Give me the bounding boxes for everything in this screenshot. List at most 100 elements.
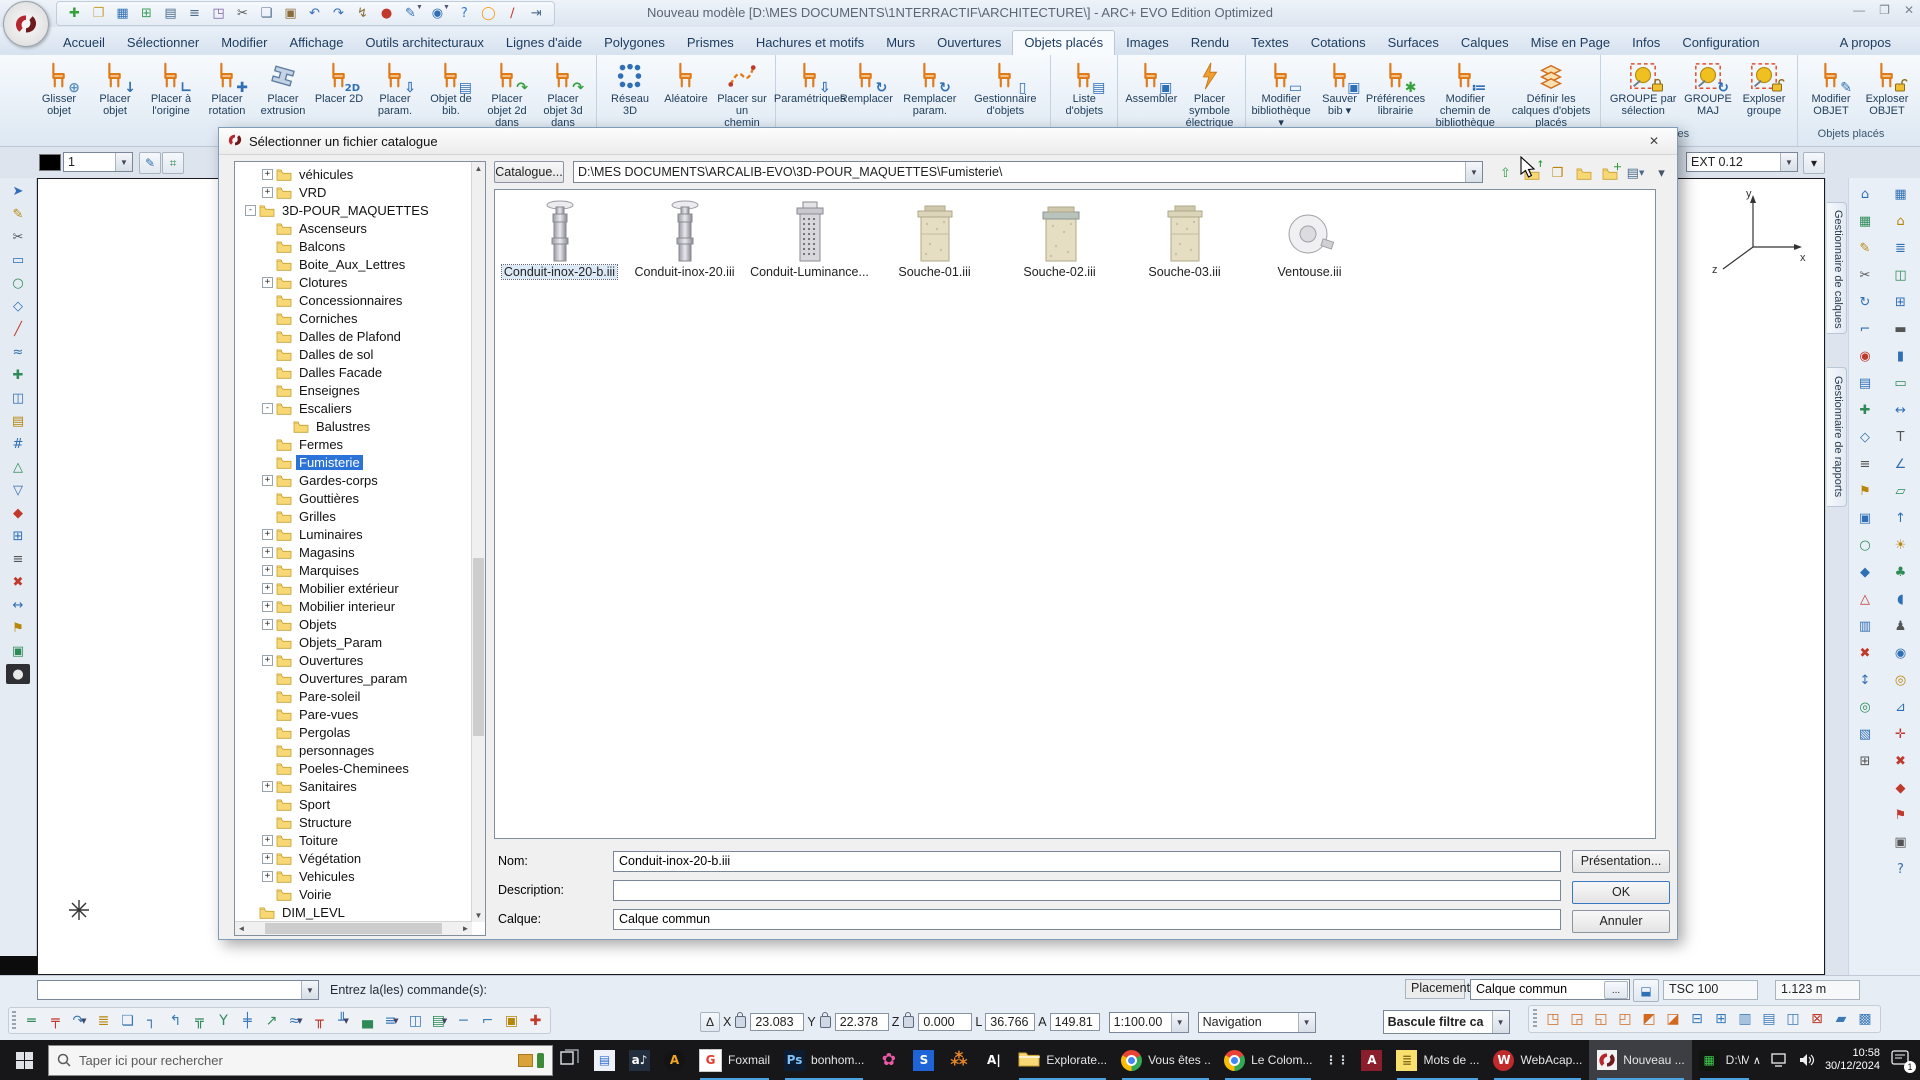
triangle-tool-icon[interactable]: △ xyxy=(6,457,30,477)
file-item-souche-03-iii[interactable]: Souche-03.iii xyxy=(1122,198,1247,279)
chevron-down-icon[interactable]: ▼ xyxy=(443,4,450,23)
window-tool-icon[interactable]: ◫ xyxy=(6,388,30,408)
wall-tee-icon[interactable]: ╦ xyxy=(188,1009,211,1032)
line-tool-icon[interactable]: ╱ xyxy=(6,319,30,339)
wall-cross-icon[interactable]: ╪ xyxy=(236,1009,259,1032)
wall-low-icon[interactable]: ╨▼ xyxy=(332,1009,355,1032)
tree-item-voirie[interactable]: Voirie xyxy=(235,885,472,903)
pane-columns-icon[interactable]: ▥ xyxy=(1734,1008,1756,1030)
z-coordinate-field[interactable]: 0.000 xyxy=(918,1013,972,1031)
chevron-down-icon[interactable]: ▼ xyxy=(1780,153,1797,171)
ribbon-button-placer-rotation[interactable]: ✚Placer rotation xyxy=(199,58,255,118)
ribbon-button-placer-symbole-lectrique[interactable]: Placer symbole électrique xyxy=(1179,58,1239,130)
x-coordinate-field[interactable]: 23.083 xyxy=(750,1013,804,1031)
ribbon-button-modifier-objet[interactable]: ✎Modifier OBJET xyxy=(1803,58,1859,118)
taskbar-clock[interactable]: 10:58 30/12/2024 xyxy=(1825,1047,1880,1073)
tree-item-escaliers[interactable]: -Escaliers xyxy=(235,399,472,417)
dim-icon[interactable]: ↔ xyxy=(1889,400,1913,421)
expand-icon[interactable]: + xyxy=(262,655,273,666)
menu-tab-lignes-d-aide[interactable]: Lignes d'aide xyxy=(495,31,593,55)
up-one-level-icon[interactable]: ⇧ xyxy=(1495,164,1516,182)
tree-item-enseignes[interactable]: Enseignes xyxy=(235,381,472,399)
open-file-icon[interactable]: ❐ xyxy=(89,4,108,23)
tab-gestionnaire-de-calques[interactable]: Gestionnaire de calques xyxy=(1827,202,1847,334)
close-x-icon[interactable]: ✖ xyxy=(1853,643,1877,664)
light-icon[interactable]: ◎ xyxy=(1889,670,1913,691)
expand-icon[interactable]: + xyxy=(262,187,273,198)
pencil-tool-icon[interactable]: ✎ xyxy=(6,204,30,224)
chevron-down-icon[interactable]: ▼ xyxy=(1171,1013,1188,1032)
wall-fill-icon[interactable]: ▄ xyxy=(356,1009,379,1032)
tree-item-personnages[interactable]: personnages xyxy=(235,741,472,759)
app-webacappella[interactable]: WWebAcap... xyxy=(1486,1040,1589,1080)
chevron-down-icon[interactable]: ▼ xyxy=(297,1017,302,1025)
paste-icon[interactable]: ▣ xyxy=(281,4,300,23)
window2-icon[interactable]: ⊞ xyxy=(1889,292,1913,313)
ribbon-button-placer-l-origine[interactable]: ∟Placer à l'origine xyxy=(143,58,199,118)
cut-tool-icon[interactable]: ✂ xyxy=(6,227,30,247)
chevron-down-icon[interactable]: ▼ xyxy=(81,1017,86,1025)
file-item-ventouse-iii[interactable]: Ventouse.iii xyxy=(1247,198,1372,279)
menu-tab-murs[interactable]: Murs xyxy=(875,31,926,55)
ribbon-button-modifier-biblioth-que[interactable]: ▭Modifier bibliothèque ▾ xyxy=(1251,58,1312,130)
flag-icon[interactable]: ⚑ xyxy=(1853,481,1877,502)
app-gopro[interactable]: ⋮⋮ xyxy=(1319,1040,1354,1080)
new-file-icon[interactable]: ✚ xyxy=(65,4,84,23)
refresh-icon[interactable]: ↻ xyxy=(1853,292,1877,313)
wall-branch-icon[interactable]: Y xyxy=(212,1009,235,1032)
calque-more-button[interactable]: ... xyxy=(1604,981,1628,999)
ribbon-button-groupe-maj[interactable]: ↻GROUPE MAJ xyxy=(1680,58,1736,118)
tree-item-fermes[interactable]: Fermes xyxy=(235,435,472,453)
diamond-icon[interactable]: ◇ xyxy=(1853,427,1877,448)
pane-rows-icon[interactable]: ▤ xyxy=(1758,1008,1780,1030)
curve-tool-icon[interactable]: ≈ xyxy=(6,342,30,362)
tree-item-clotures[interactable]: +Clotures xyxy=(235,273,472,291)
tree-horizontal-scrollbar[interactable]: ◄ ► xyxy=(235,921,472,935)
wall-icon[interactable]: ▦ xyxy=(1889,184,1913,205)
tree-item-sport[interactable]: Sport xyxy=(235,795,472,813)
wall-wave-icon[interactable]: ≈▼ xyxy=(284,1009,307,1032)
minimize-button[interactable]: — xyxy=(1853,3,1865,17)
menu-tab-hachures-et-motifs[interactable]: Hachures et motifs xyxy=(745,31,875,55)
tree-item-magasins[interactable]: +Magasins xyxy=(235,543,472,561)
help-icon[interactable]: ? xyxy=(455,4,474,23)
ribbon-button-assembler[interactable]: ▣Assembler xyxy=(1123,58,1179,106)
app-amazon-music[interactable]: a♪ xyxy=(622,1040,657,1080)
tree-item-toiture[interactable]: +Toiture xyxy=(235,831,472,849)
tree-item-ascenseurs[interactable]: Ascenseurs xyxy=(235,219,472,237)
file-item-conduit-inox-20-iii[interactable]: Conduit-inox-20.iii xyxy=(622,198,747,279)
beam-icon[interactable]: ▬ xyxy=(1889,319,1913,340)
stamp-icon[interactable]: ◳ xyxy=(209,4,228,23)
app-blue-swirl[interactable]: S xyxy=(906,1040,941,1080)
y-lock-icon[interactable] xyxy=(820,1016,831,1028)
menu-tab-a-propos[interactable]: A propos xyxy=(1829,31,1902,55)
tree-item-pergolas[interactable]: Pergolas xyxy=(235,723,472,741)
tree-item-pare-soleil[interactable]: Pare-soleil xyxy=(235,687,472,705)
menu-tab-mise-en-page[interactable]: Mise en Page xyxy=(1520,31,1622,55)
expand-icon[interactable]: + xyxy=(262,781,273,792)
tree-item-vrd[interactable]: +VRD xyxy=(235,183,472,201)
area-icon[interactable]: ▱ xyxy=(1889,481,1913,502)
exit-icon[interactable]: ⇥ xyxy=(527,4,546,23)
tree-item-3d-pour-maquettes[interactable]: -3D-POUR_MAQUETTES xyxy=(235,201,472,219)
x-lock-icon[interactable] xyxy=(735,1016,746,1028)
wall-diagonal-icon[interactable]: ↗ xyxy=(260,1009,283,1032)
wall-arc-icon[interactable]: ↷▼ xyxy=(68,1009,91,1032)
view-list-icon[interactable]: ▤▼ xyxy=(1625,164,1646,182)
chevron-down-icon[interactable]: ▼ xyxy=(1639,169,1644,177)
tree-item-fumisterie[interactable]: Fumisterie xyxy=(235,453,472,471)
expand-icon[interactable]: + xyxy=(262,529,273,540)
expand-icon[interactable]: + xyxy=(262,169,273,180)
plus-tool-icon[interactable]: ✚ xyxy=(6,365,30,385)
ribbon-button-modifier-chemin-de-biblioth-que[interactable]: ≔Modifier chemin de bibliothèque xyxy=(1424,58,1507,130)
ribbon-button-glisser-objet[interactable]: ⊕Glisser objet xyxy=(31,58,87,118)
solid-diamond-icon[interactable]: ◆ xyxy=(1853,562,1877,583)
fill-tool-icon[interactable]: ▣ xyxy=(6,641,30,661)
wall-merge-icon[interactable]: ⌐ xyxy=(476,1009,499,1032)
tree-item-ouvertures[interactable]: +Ouvertures xyxy=(235,651,472,669)
tree-item-v-hicules[interactable]: +véhicules xyxy=(235,165,472,183)
ext-combo[interactable]: EXT 0.12 ▼ xyxy=(1686,152,1798,172)
axis-icon[interactable]: ✛ xyxy=(1889,724,1913,745)
tab-gestionnaire-de-rapports[interactable]: Gestionnaire de rapports xyxy=(1827,367,1847,507)
bullseye-icon[interactable]: ◎ xyxy=(1853,697,1877,718)
